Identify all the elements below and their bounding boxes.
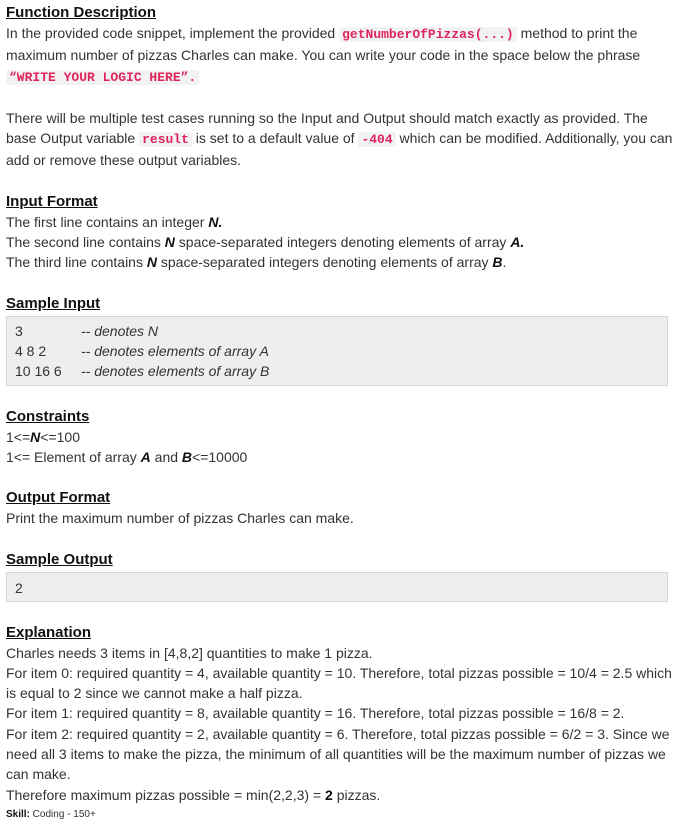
explanation-item-2: For item 2: required quantity = 2, avail… bbox=[6, 725, 670, 783]
sample-input-comment: -- denotes N bbox=[81, 322, 159, 339]
sample-input-comment: -- denotes elements of array A bbox=[81, 342, 269, 359]
input-format-line-3: The third line contains N space-separate… bbox=[6, 254, 507, 271]
skill-tag: Skill: Coding - 150+ bbox=[6, 808, 96, 820]
sample-output-box: 2 bbox=[6, 571, 668, 602]
function-description-paragraph-1: In the provided code snippet, implement … bbox=[6, 25, 641, 85]
sample-input-table: 3 -- denotes N 4 8 2 -- denotes elements… bbox=[15, 321, 269, 381]
input-format-line-2: The second line contains N space-separat… bbox=[6, 234, 525, 251]
sample-input-row: 3 -- denotes N bbox=[15, 321, 269, 341]
final-answer-value: 2 bbox=[325, 786, 333, 803]
explanation-item-0: For item 0: required quantity = 4, avail… bbox=[6, 664, 672, 702]
method-name-code: getNumberOfPizzas(...) bbox=[339, 27, 517, 42]
sample-output-value: 2 bbox=[15, 579, 23, 596]
logic-phrase-code: “WRITE YOUR LOGIC HERE”. bbox=[6, 69, 200, 85]
sample-input-comment: -- denotes elements of array B bbox=[81, 362, 270, 379]
sample-input-row: 4 8 2 -- denotes elements of array A bbox=[15, 341, 269, 361]
input-format-line-1: The first line contains an integer N. bbox=[6, 213, 223, 230]
sample-input-box: 3 -- denotes N 4 8 2 -- denotes elements… bbox=[6, 315, 668, 386]
explanation-heading: Explanation bbox=[6, 623, 92, 641]
output-format-heading: Output Format bbox=[6, 489, 111, 507]
sample-input-row: 10 16 6 -- denotes elements of array B bbox=[15, 361, 269, 381]
sample-output-heading: Sample Output bbox=[6, 550, 113, 568]
explanation-item-1: For item 1: required quantity = 8, avail… bbox=[6, 705, 625, 722]
function-description-heading: Function Description bbox=[6, 4, 156, 21]
constraints-heading: Constraints bbox=[6, 407, 90, 425]
sample-input-value: 3 bbox=[15, 322, 23, 339]
sample-input-heading: Sample Input bbox=[6, 294, 101, 312]
function-description-paragraph-2: There will be multiple test cases runnin… bbox=[6, 109, 673, 169]
result-variable-code: result bbox=[139, 132, 192, 148]
sample-input-value: 10 16 6 bbox=[15, 362, 62, 379]
sample-input-value: 4 8 2 bbox=[15, 342, 47, 359]
constraint-line-2: 1<= Element of array A and B<=10000 bbox=[6, 448, 248, 465]
explanation-intro: Charles needs 3 items in [4,8,2] quantit… bbox=[6, 644, 373, 661]
constraint-line-1: 1<=N<=100 bbox=[6, 428, 80, 445]
problem-statement: Function Description In the provided cod… bbox=[0, 0, 678, 822]
output-format-text: Print the maximum number of pizzas Charl… bbox=[6, 510, 354, 527]
input-format-heading: Input Format bbox=[6, 192, 98, 210]
default-value-code: -404 bbox=[358, 132, 396, 148]
explanation-final: Therefore maximum pizzas possible = min(… bbox=[6, 786, 381, 803]
